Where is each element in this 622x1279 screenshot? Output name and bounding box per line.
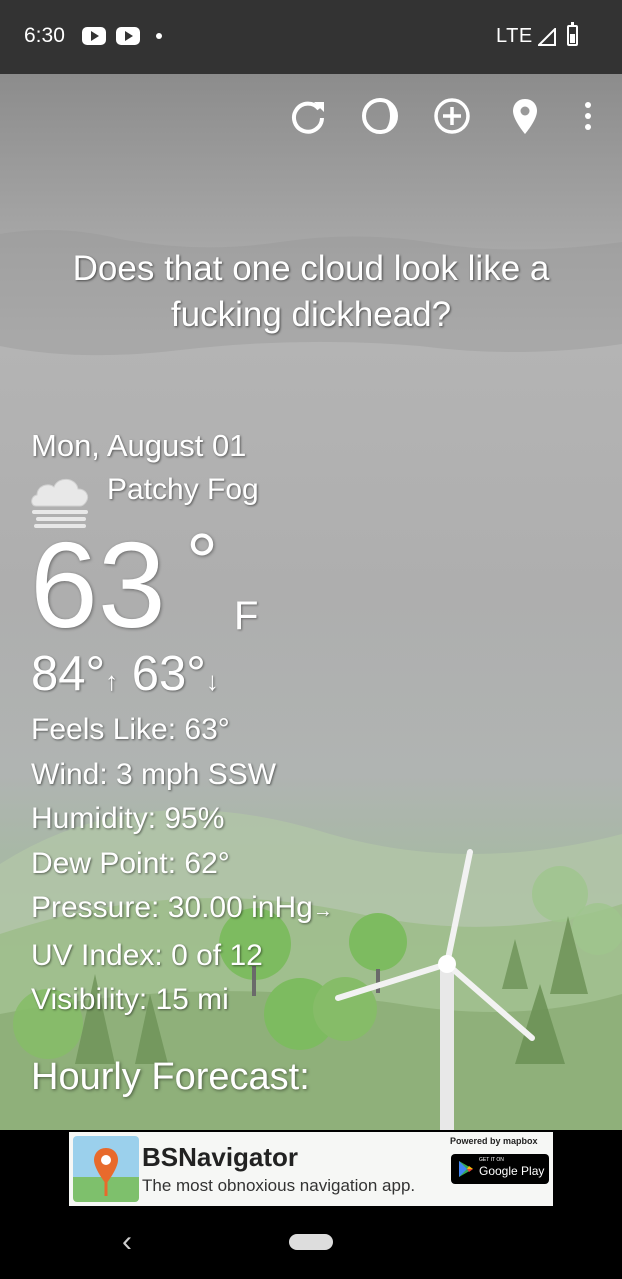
high-arrow-icon: ↑ [105, 666, 119, 696]
visibility: Visibility: 15 mi [31, 983, 229, 1016]
youtube-notification-icon [116, 27, 140, 45]
youtube-notification-icon [82, 27, 106, 45]
weather-main[interactable]: Does that one cloud look like a fucking … [0, 74, 622, 1130]
app-icon [73, 1136, 139, 1202]
ad-subtitle: The most obnoxious navigation app. [142, 1176, 416, 1195]
ad-bar: BSNavigator The most obnoxious navigatio… [0, 1130, 622, 1209]
humidity: Humidity: 95% [31, 802, 225, 835]
add-location-icon[interactable] [432, 96, 472, 136]
signal-icon [538, 28, 556, 46]
wind: Wind: 3 mph SSW [31, 757, 277, 791]
powered-by-mapbox: Powered by mapbox [450, 1136, 538, 1146]
ad-banner[interactable]: BSNavigator The most obnoxious navigatio… [69, 1132, 553, 1206]
dew-point: Dew Point: 62° [31, 846, 230, 880]
current-date: Mon, August 01 [31, 428, 247, 463]
battery-icon [567, 22, 578, 46]
back-icon[interactable]: ‹ [122, 1225, 132, 1259]
google-play-icon [459, 1161, 473, 1177]
high-low-temperatures: 84°↑ 63°↓ [31, 646, 219, 702]
high-temperature: 84° [31, 647, 106, 701]
pressure-trend-icon: → [312, 900, 333, 922]
weather-headline: Does that one cloud look like a fucking … [72, 249, 550, 334]
feels-like: Feels Like: 63° [31, 713, 230, 746]
refresh-icon[interactable] [288, 96, 328, 136]
more-vert-icon[interactable] [570, 96, 610, 136]
hourly-forecast-heading: Hourly Forecast: [31, 1056, 310, 1098]
store-label: Google Play [479, 1164, 545, 1178]
temperature-unit: F [234, 594, 259, 638]
condition-label: Patchy Fog [107, 473, 259, 506]
temperature-degree-symbol: ° [186, 517, 218, 606]
more-notifications-dot-icon [156, 33, 162, 39]
store-small-label: GET IT ON [479, 1157, 504, 1163]
network-type: LTE [496, 25, 533, 47]
pressure: Pressure: 30.00 inHg [31, 891, 313, 924]
status-bar: 6:30 LTE [0, 0, 622, 74]
home-pill-icon[interactable] [289, 1234, 333, 1250]
theme-icon[interactable] [360, 96, 400, 136]
current-temperature: 63 [30, 517, 166, 653]
weather-details: Feels Like: 63° Wind: 3 mph SSW Humidity… [31, 708, 333, 1023]
pressure-row: Pressure: 30.00 inHg→ [31, 886, 333, 934]
google-play-button[interactable]: GET IT ON Google Play [451, 1154, 549, 1184]
ad-title: BSNavigator [142, 1142, 299, 1172]
navigation-bar: ‹ [0, 1209, 622, 1279]
uv-index: UV Index: 0 of 12 [31, 938, 263, 972]
status-time: 6:30 [24, 24, 65, 47]
location-pin-icon[interactable] [505, 96, 545, 136]
low-temperature: 63° [131, 647, 206, 701]
low-arrow-icon: ↓ [205, 666, 219, 696]
